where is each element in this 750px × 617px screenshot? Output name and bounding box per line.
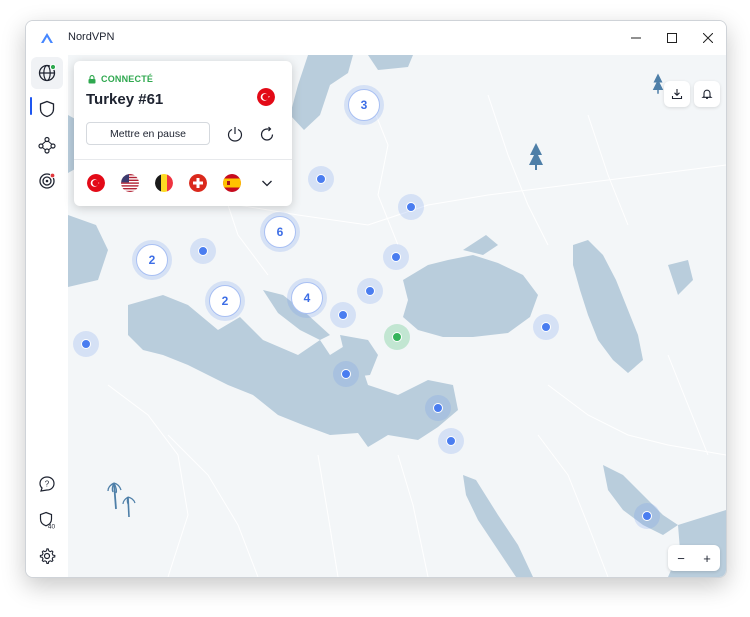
close-button[interactable] [690, 21, 726, 55]
server-location[interactable] [308, 166, 334, 192]
download-button[interactable] [664, 81, 690, 107]
refresh-icon [260, 126, 274, 141]
server-cluster[interactable]: 3 [344, 85, 384, 125]
bell-icon [701, 89, 713, 99]
connected-server-location[interactable] [384, 324, 410, 350]
power-icon [227, 127, 243, 142]
connection-status: CONNECTÉ [88, 74, 153, 84]
server-name: Turkey #61 [86, 91, 164, 108]
lock-icon [88, 74, 96, 83]
connection-panel: CONNECTÉ Turkey #61 Mettre en pause [74, 61, 292, 206]
window-title: NordVPN [68, 31, 115, 43]
pause-button[interactable]: Mettre en pause [86, 122, 210, 145]
nordvpn-logo-icon [41, 33, 53, 43]
tree-icon [529, 143, 543, 170]
spain-flag-icon[interactable] [223, 174, 241, 192]
zoom-in-button[interactable]: + [695, 551, 719, 566]
server-cluster[interactable]: 2 [132, 240, 172, 280]
zoom-out-button[interactable]: − [669, 551, 693, 566]
belgium-flag-icon[interactable] [155, 174, 173, 192]
svg-text:?: ? [45, 480, 50, 489]
sidebar-item-map[interactable] [31, 57, 63, 89]
server-cluster[interactable]: 6 [260, 212, 300, 252]
server-location[interactable] [438, 428, 464, 454]
server-location[interactable] [190, 238, 216, 264]
sidebar-item-protection-level[interactable]: 40 [31, 504, 63, 536]
status-label: CONNECTÉ [101, 74, 154, 84]
svg-text:40: 40 [48, 524, 56, 530]
palm-tree-icon [107, 482, 136, 518]
zoom-controls: − + [668, 545, 720, 571]
disconnect-button[interactable] [224, 123, 246, 145]
shield-40-icon: 40 [39, 511, 56, 530]
help-icon: ? [39, 476, 55, 492]
server-cluster[interactable]: 4 [287, 278, 327, 318]
sidebar-item-help[interactable]: ? [31, 468, 63, 500]
server-location[interactable] [357, 278, 383, 304]
sidebar-item-threat-protection[interactable] [31, 93, 63, 125]
minimize-icon [631, 37, 641, 39]
server-location[interactable] [398, 194, 424, 220]
chevron-down-icon[interactable] [259, 175, 275, 191]
meshnet-icon [38, 136, 56, 154]
server-location[interactable] [533, 314, 559, 340]
app-window: NordVPN ? 40 3 6 2 2 4 − + CONNECTÉ Turk… [25, 20, 727, 578]
shield-icon [39, 100, 55, 118]
server-location[interactable] [73, 331, 99, 357]
server-location[interactable] [330, 302, 356, 328]
notifications-button[interactable] [694, 81, 720, 107]
minimize-button[interactable] [618, 21, 654, 55]
globe-icon [38, 64, 56, 82]
target-icon [39, 172, 56, 189]
sidebar: ? 40 [26, 55, 68, 577]
tree-icon [652, 73, 664, 94]
panel-divider [74, 159, 292, 160]
sidebar-item-dark-web-monitor[interactable] [31, 165, 63, 197]
maximize-icon [667, 33, 677, 43]
sidebar-item-settings[interactable] [31, 540, 63, 572]
usa-flag-icon[interactable] [121, 174, 139, 192]
title-bar: NordVPN [26, 21, 726, 55]
download-icon [671, 89, 683, 100]
sidebar-item-meshnet[interactable] [31, 129, 63, 161]
turkey-flag-icon [257, 88, 275, 106]
switzerland-flag-icon[interactable] [189, 174, 207, 192]
reconnect-button[interactable] [256, 123, 278, 145]
server-cluster[interactable]: 2 [205, 281, 245, 321]
close-icon [703, 33, 713, 43]
server-location[interactable] [425, 395, 451, 421]
server-location[interactable] [634, 503, 660, 529]
turkey-flag-icon[interactable] [87, 174, 105, 192]
server-location[interactable] [383, 244, 409, 270]
settings-icon [39, 548, 56, 564]
server-location[interactable] [333, 361, 359, 387]
maximize-button[interactable] [654, 21, 690, 55]
